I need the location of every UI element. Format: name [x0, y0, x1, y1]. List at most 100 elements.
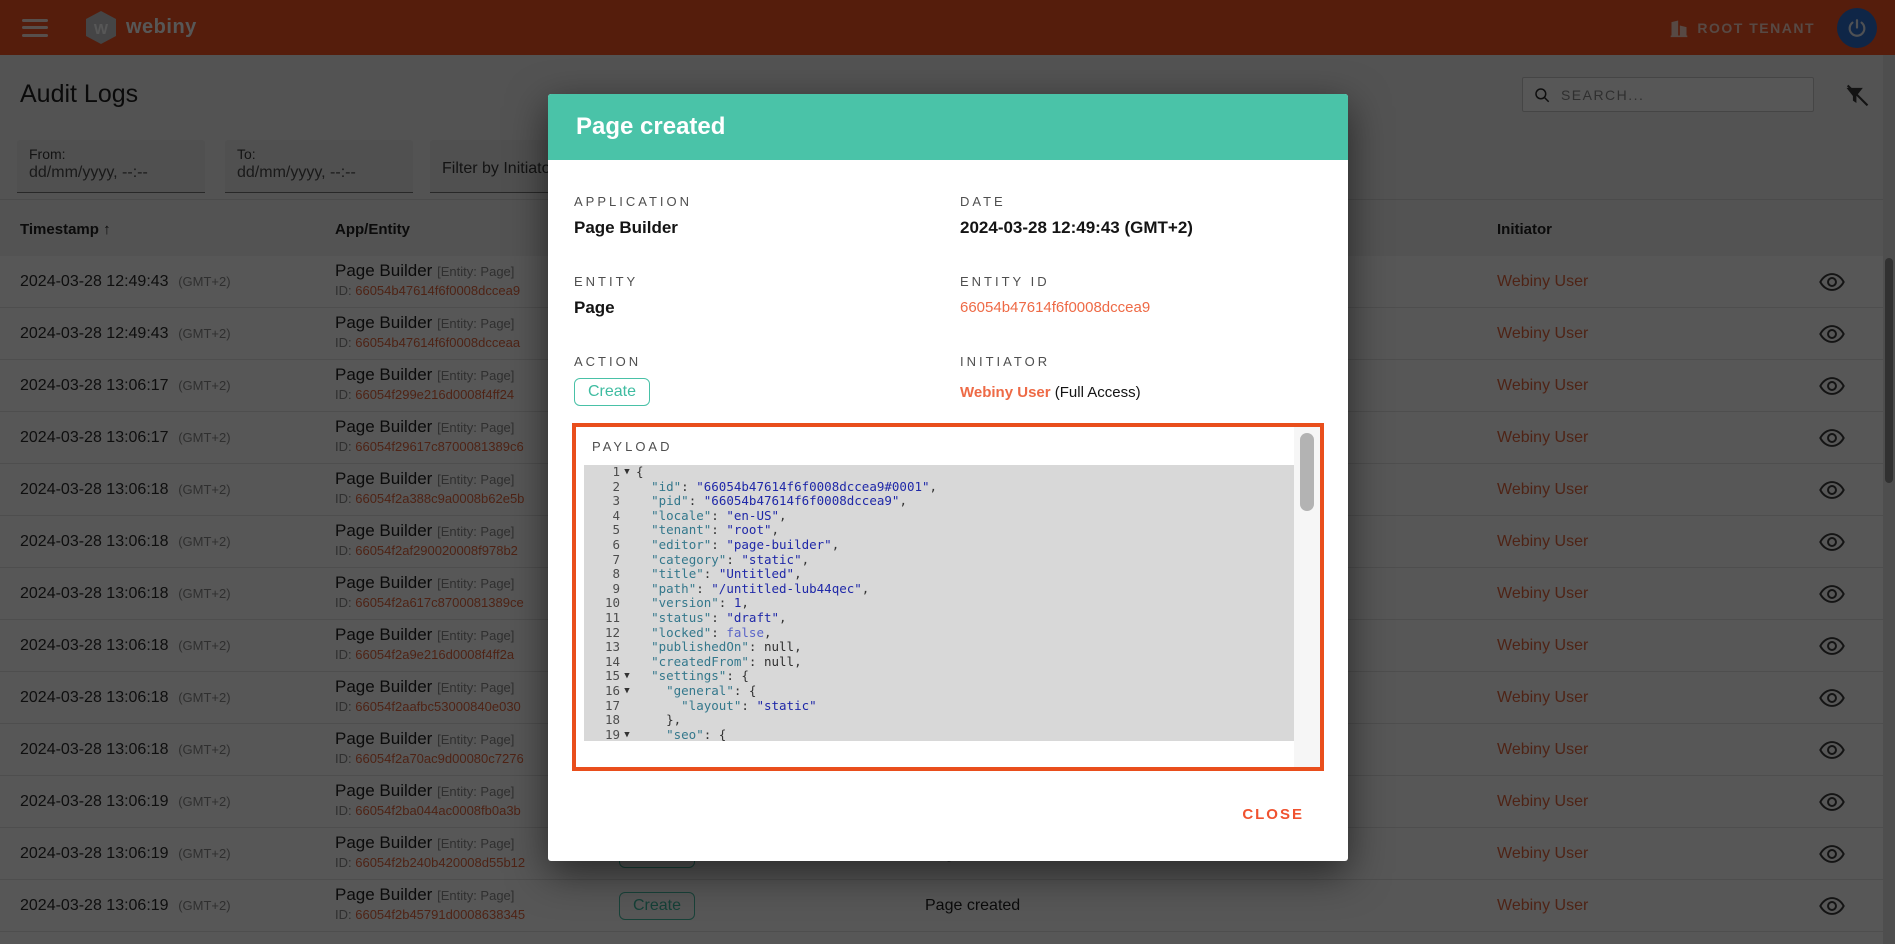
token-k: "createdFrom" [651, 654, 749, 669]
audit-log-detail-dialog: Page created APPLICATION Page Builder DA… [548, 94, 1348, 861]
token-k: "path" [651, 581, 696, 596]
token-s: "root" [726, 522, 771, 537]
initiator-access: (Full Access) [1051, 384, 1141, 401]
line-number: 14 [584, 655, 620, 670]
date-label: DATE [960, 194, 1006, 209]
code-content: "title": "Untitled", [634, 567, 802, 582]
token-k: "settings" [651, 668, 726, 683]
initiator-label: INITIATOR [960, 354, 1050, 369]
entity-value: Page [574, 298, 615, 318]
initiator-value: Webiny User (Full Access) [960, 384, 1141, 401]
line-number: 1 [584, 465, 620, 480]
token-s: "en-US" [726, 508, 779, 523]
fold-arrow-icon[interactable]: ▼ [620, 465, 634, 480]
code-line: 7 "category": "static", [584, 553, 1312, 568]
token-w [636, 654, 651, 669]
code-line: 4 "locale": "en-US", [584, 509, 1312, 524]
code-content: "id": "66054b47614f6f0008dccea9#0001", [634, 480, 937, 495]
code-line: 10 "version": 1, [584, 596, 1312, 611]
line-number: 15 [584, 669, 620, 684]
token-w [636, 508, 651, 523]
line-number: 11 [584, 611, 620, 626]
token-s: "static" [756, 698, 816, 713]
code-line: 11 "status": "draft", [584, 611, 1312, 626]
initiator-name-link[interactable]: Webiny User [960, 384, 1051, 401]
token-p: : [711, 522, 726, 537]
fold-arrow-icon[interactable]: ▼ [620, 728, 634, 741]
code-content: "locked": false, [634, 626, 772, 641]
fold-arrow-icon[interactable]: ▼ [620, 669, 634, 684]
token-w [636, 610, 651, 625]
entity-id-link[interactable]: 66054b47614f6f0008dccea9 [960, 299, 1150, 316]
token-p: : [741, 698, 756, 713]
token-w [636, 698, 681, 713]
token-w [636, 639, 651, 654]
fold-spacer [620, 626, 634, 641]
token-s: "static" [741, 552, 801, 567]
code-line: 9 "path": "/untitled-lub44qec", [584, 582, 1312, 597]
code-line: 6 "editor": "page-builder", [584, 538, 1312, 553]
token-k: "status" [651, 610, 711, 625]
fold-spacer [620, 509, 634, 524]
dialog-header: Page created [548, 94, 1348, 160]
token-w [636, 493, 651, 508]
line-number: 3 [584, 494, 620, 509]
token-w [636, 581, 651, 596]
fold-spacer [620, 640, 634, 655]
close-button[interactable]: CLOSE [1228, 796, 1318, 833]
token-p: , [794, 639, 802, 654]
code-content: "settings": { [634, 669, 749, 684]
code-content: "path": "/untitled-lub44qec", [634, 582, 869, 597]
token-a: false [726, 625, 764, 640]
token-nl: null [764, 654, 794, 669]
code-content: { [634, 465, 644, 480]
token-p: : { [726, 668, 749, 683]
token-p: }, [666, 712, 681, 727]
date-value: 2024-03-28 12:49:43 (GMT+2) [960, 218, 1193, 238]
token-k: "id" [651, 479, 681, 494]
code-content: "createdFrom": null, [634, 655, 802, 670]
token-k: "publishedOn" [651, 639, 749, 654]
token-p: , [930, 479, 938, 494]
token-w [636, 552, 651, 567]
fold-spacer [620, 553, 634, 568]
code-content: "pid": "66054b47614f6f0008dccea9", [634, 494, 907, 509]
token-w [636, 595, 651, 610]
code-line: 18 }, [584, 713, 1312, 728]
application-label: APPLICATION [574, 194, 692, 209]
fold-spacer [620, 713, 634, 728]
token-p: : [719, 595, 734, 610]
entity-id-label: ENTITY ID [960, 274, 1050, 289]
code-line: 16▼ "general": { [584, 684, 1312, 699]
token-p: , [741, 595, 749, 610]
code-line: 5 "tenant": "root", [584, 523, 1312, 538]
action-label: ACTION [574, 354, 641, 369]
line-number: 6 [584, 538, 620, 553]
token-s: "66054b47614f6f0008dccea9" [704, 493, 900, 508]
token-p: , [779, 610, 787, 625]
entity-label: ENTITY [574, 274, 638, 289]
token-p: : [711, 537, 726, 552]
line-number: 7 [584, 553, 620, 568]
token-p: : [696, 581, 711, 596]
editor-scrollbar[interactable] [1294, 427, 1320, 767]
token-p: : [704, 566, 719, 581]
token-p: , [794, 654, 802, 669]
line-number: 4 [584, 509, 620, 524]
token-k: "locked" [651, 625, 711, 640]
payload-label: PAYLOAD [592, 439, 672, 454]
payload-code-editor[interactable]: 1▼{2 "id": "66054b47614f6f0008dccea9#000… [584, 465, 1312, 741]
fold-spacer [620, 582, 634, 597]
fold-arrow-icon[interactable]: ▼ [620, 684, 634, 699]
editor-scrollbar-thumb[interactable] [1300, 433, 1314, 511]
token-p: : [711, 625, 726, 640]
token-w [636, 683, 666, 698]
code-content: "status": "draft", [634, 611, 787, 626]
code-line: 13 "publishedOn": null, [584, 640, 1312, 655]
token-p: , [862, 581, 870, 596]
code-content: "tenant": "root", [634, 523, 779, 538]
fold-spacer [620, 611, 634, 626]
token-p: : [749, 654, 764, 669]
fold-spacer [620, 567, 634, 582]
token-s: "page-builder" [726, 537, 831, 552]
